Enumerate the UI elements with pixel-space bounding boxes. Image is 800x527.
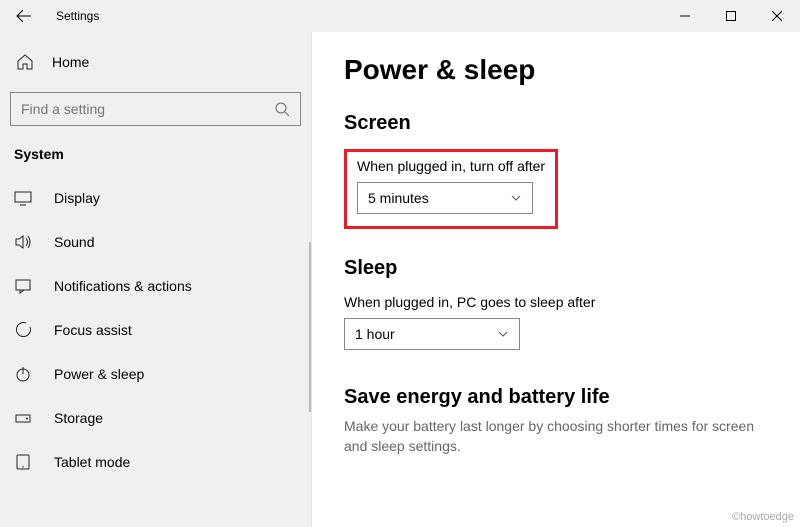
main-content: Power & sleep Screen When plugged in, tu…	[312, 32, 800, 527]
nav-tablet-mode[interactable]: Tablet mode	[0, 440, 311, 484]
focus-icon	[14, 321, 32, 339]
sidebar: Home System Display Sound Notifications …	[0, 32, 312, 527]
home-label: Home	[52, 54, 89, 70]
nav-label: Tablet mode	[54, 454, 130, 470]
screen-off-dropdown[interactable]: 5 minutes	[357, 182, 533, 214]
page-heading: Power & sleep	[344, 54, 768, 86]
nav-label: Sound	[54, 234, 94, 250]
tip-body: Make your battery last longer by choosin…	[344, 417, 768, 456]
nav-focus-assist[interactable]: Focus assist	[0, 308, 311, 352]
nav-label: Display	[54, 190, 100, 206]
nav-sound[interactable]: Sound	[0, 220, 311, 264]
window-controls	[662, 0, 800, 32]
close-icon	[772, 11, 782, 21]
nav-label: Power & sleep	[54, 366, 144, 382]
back-button[interactable]	[0, 0, 48, 32]
nav-label: Focus assist	[54, 322, 132, 338]
display-icon	[14, 189, 32, 207]
search-field[interactable]	[21, 101, 274, 117]
nav-label: Notifications & actions	[54, 278, 192, 294]
tip-heading: Save energy and battery life	[344, 386, 768, 409]
sleep-label: When plugged in, PC goes to sleep after	[344, 294, 768, 310]
nav-list: Display Sound Notifications & actions Fo…	[0, 176, 311, 484]
close-button[interactable]	[754, 0, 800, 32]
maximize-icon	[726, 11, 736, 21]
watermark: ©howtoedge	[732, 511, 794, 523]
tablet-icon	[14, 453, 32, 471]
home-icon	[16, 53, 34, 71]
notifications-icon	[14, 277, 32, 295]
minimize-icon	[680, 11, 690, 21]
storage-icon	[14, 409, 32, 427]
sleep-dropdown[interactable]: 1 hour	[344, 318, 520, 350]
nav-power-sleep[interactable]: Power & sleep	[0, 352, 311, 396]
arrow-left-icon	[16, 8, 32, 24]
sidebar-section: System	[0, 138, 311, 176]
sound-icon	[14, 233, 32, 251]
window-title: Settings	[48, 9, 99, 23]
dropdown-value: 5 minutes	[368, 190, 429, 206]
minimize-button[interactable]	[662, 0, 708, 32]
highlight-box: When plugged in, turn off after 5 minute…	[344, 149, 558, 229]
chevron-down-icon	[510, 192, 522, 204]
screen-off-label: When plugged in, turn off after	[357, 158, 545, 174]
nav-storage[interactable]: Storage	[0, 396, 311, 440]
nav-label: Storage	[54, 410, 103, 426]
dropdown-value: 1 hour	[355, 326, 395, 342]
search-input[interactable]	[10, 92, 301, 126]
maximize-button[interactable]	[708, 0, 754, 32]
nav-notifications[interactable]: Notifications & actions	[0, 264, 311, 308]
power-icon	[14, 365, 32, 383]
home-button[interactable]: Home	[0, 40, 311, 84]
search-icon	[274, 101, 290, 117]
nav-display[interactable]: Display	[0, 176, 311, 220]
title-bar: Settings	[0, 0, 800, 32]
screen-heading: Screen	[344, 112, 768, 135]
sleep-heading: Sleep	[344, 257, 768, 280]
sidebar-scrollbar[interactable]	[309, 242, 311, 412]
chevron-down-icon	[497, 328, 509, 340]
